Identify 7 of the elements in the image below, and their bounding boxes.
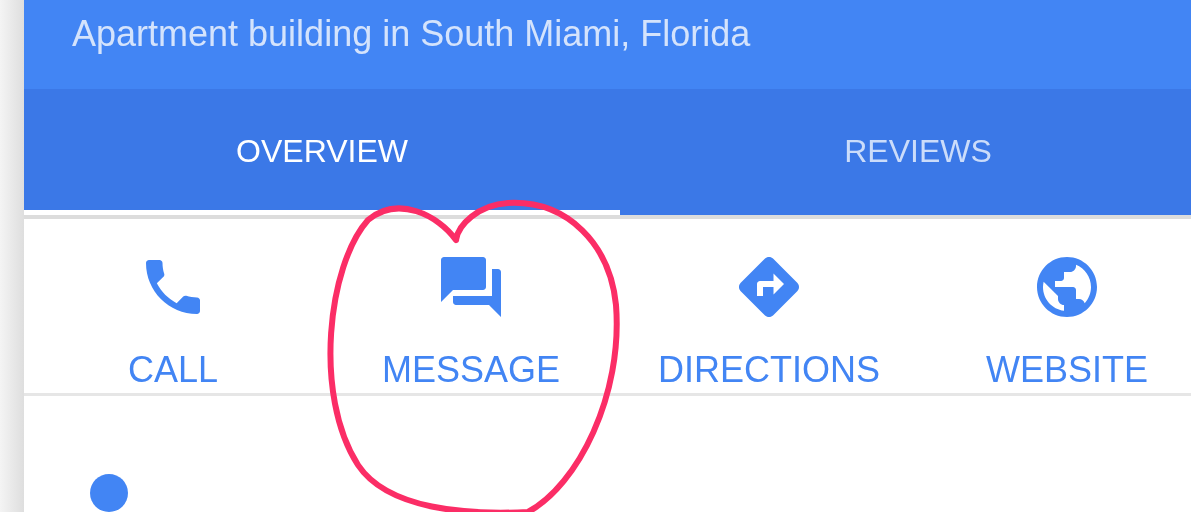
action-button[interactable]: CALL	[24, 219, 322, 393]
tab[interactable]: OVERVIEW	[24, 89, 620, 216]
action-button[interactable]: WEBSITE	[918, 219, 1191, 393]
place-subtitle: Apartment building in South Miami, Florida	[72, 12, 751, 55]
action-button[interactable]: DIRECTIONS	[620, 219, 918, 393]
tab[interactable]: REVIEWS	[620, 89, 1191, 216]
action-button[interactable]: MESSAGE	[322, 219, 620, 393]
